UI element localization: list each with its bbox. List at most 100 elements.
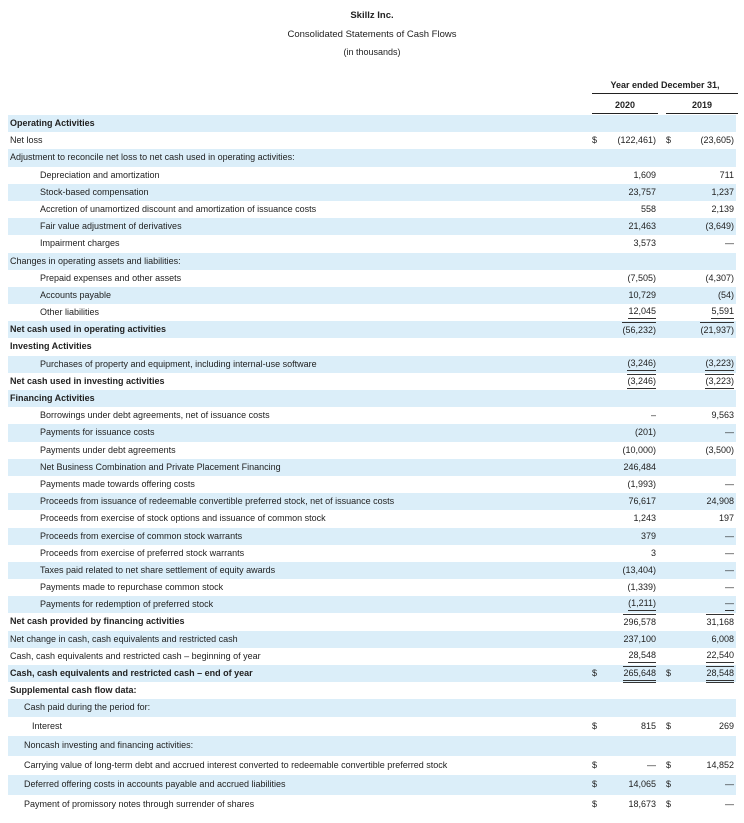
row-label: Adjustment to reconcile net loss to net … xyxy=(10,152,295,163)
row-label: Impairment charges xyxy=(40,238,120,249)
value-2019: (3,649) xyxy=(705,221,734,232)
value-2019: 269 xyxy=(718,720,734,731)
table-row: Payment of promissory notes through surr… xyxy=(8,795,736,815)
year-heading: Year ended December 31, xyxy=(592,80,738,94)
value-2020: — xyxy=(647,759,656,770)
currency-symbol: $ xyxy=(666,720,672,731)
currency-symbol: $ xyxy=(666,668,672,678)
table-row: Carrying value of long-term debt and acc… xyxy=(8,756,736,776)
table-row: Changes in operating assets and liabilit… xyxy=(8,252,736,270)
table-row: Payments for issuance costs (201) — xyxy=(8,424,736,442)
value-2020: 3 xyxy=(650,547,656,558)
row-label: Depreciation and amortization xyxy=(40,169,160,180)
value-2020: – xyxy=(650,410,656,421)
table-row: Net cash provided by financing activitie… xyxy=(8,613,736,630)
value-2019: (54) xyxy=(717,289,734,300)
row-label: Taxes paid related to net share settleme… xyxy=(40,564,276,575)
value-2019: 14,852 xyxy=(706,759,734,770)
row-label: Purchases of property and equipment, inc… xyxy=(40,358,317,369)
value-2019: (3,500) xyxy=(705,444,734,455)
table-row: Payments for redemption of preferred sto… xyxy=(8,596,736,614)
row-label: Cash, cash equivalents and restricted ca… xyxy=(10,668,253,678)
table-row: Proceeds from exercise of common stock w… xyxy=(8,527,736,545)
value-2019: (23,605) xyxy=(700,135,734,146)
cash-flow-table: Operating Activities Net loss $ $ (122,461) (… xyxy=(8,115,736,815)
row-label: Financing Activities xyxy=(10,393,95,403)
table-row: Net loss $ $ (122,461) (23,605) xyxy=(8,132,736,149)
currency-symbol: $ xyxy=(666,798,672,809)
company-name: Skillz Inc. xyxy=(350,10,394,21)
value-2019: — xyxy=(725,478,734,489)
table-row: Net Business Combination and Private Pla… xyxy=(8,458,736,476)
row-label: Payments for redemption of preferred sto… xyxy=(40,599,214,610)
value-2020: (1,211) xyxy=(628,596,656,612)
value-2019: — xyxy=(725,564,734,575)
value-2020: (10,000) xyxy=(622,444,656,455)
value-2019: 711 xyxy=(719,169,734,180)
units-note: (in thousands) xyxy=(343,47,401,57)
table-row: Cash paid during the period for: xyxy=(8,699,736,717)
value-2020: 379 xyxy=(640,530,656,541)
row-label: Payments under debt agreements xyxy=(40,444,176,455)
table-row: Deferred offering costs in accounts paya… xyxy=(8,775,736,795)
value-2020: 296,578 xyxy=(623,614,656,629)
value-2020: 14,065 xyxy=(628,779,656,790)
value-2019: (3,223) xyxy=(705,356,734,371)
currency-symbol: $ xyxy=(592,779,598,790)
value-2020: (122,461) xyxy=(617,135,656,146)
value-2020: 237,100 xyxy=(623,633,656,644)
table-row: Proceeds from exercise of preferred stoc… xyxy=(8,545,736,562)
value-2020: 558 xyxy=(640,203,656,214)
table-row: Cash, cash equivalents and restricted ca… xyxy=(8,648,736,665)
value-2020: 12,045 xyxy=(628,304,656,320)
value-2020: (13,404) xyxy=(622,564,656,575)
row-label: Fair value adjustment of derivatives xyxy=(40,221,182,232)
table-row: Purchases of property and equipment, inc… xyxy=(8,355,736,373)
table-row: Impairment charges 3,573 — xyxy=(8,235,736,252)
value-2020: (1,339) xyxy=(627,582,656,593)
currency-symbol: $ xyxy=(592,798,598,809)
currency-symbol: $ xyxy=(592,668,598,678)
table-row: Prepaid expenses and other assets (7,505)… xyxy=(8,270,736,287)
value-2019: — xyxy=(725,582,734,593)
table-row: Fair value adjustment of derivatives 21,4… xyxy=(8,218,736,236)
value-2020: 815 xyxy=(640,720,656,731)
value-2019: 22,540 xyxy=(706,648,734,663)
value-2019: (3,223) xyxy=(705,373,734,391)
value-2020: 76,617 xyxy=(628,496,656,507)
row-label: Net Business Combination and Private Pla… xyxy=(40,461,281,472)
value-2020: (7,505) xyxy=(627,272,656,283)
currency-symbol: $ xyxy=(592,135,598,146)
value-2020: 265,648 xyxy=(623,666,656,683)
value-2019: 24,908 xyxy=(706,496,734,507)
value-2020: 246,484 xyxy=(623,461,656,472)
value-2019: 5,591 xyxy=(711,304,734,320)
row-label: Supplemental cash flow data: xyxy=(10,685,137,696)
table-row: Financing Activities xyxy=(8,390,736,408)
row-label: Changes in operating assets and liabilit… xyxy=(10,255,181,266)
row-label: Interest xyxy=(32,720,63,731)
row-label: Prepaid expenses and other assets xyxy=(40,272,182,283)
table-row: Depreciation and amortization 1,609 711 xyxy=(8,167,736,184)
row-label: Proceeds from exercise of common stock w… xyxy=(40,530,243,541)
row-label: Cash, cash equivalents and restricted ca… xyxy=(10,650,261,661)
row-label: Payments made to repurchase common stock xyxy=(40,582,224,593)
value-2020: 21,463 xyxy=(628,221,656,232)
table-row: Accounts payable 10,729 (54) xyxy=(8,286,736,305)
currency-symbol: $ xyxy=(592,720,598,731)
column-2020: 2020 xyxy=(592,100,658,114)
row-label: Payment of promissory notes through surr… xyxy=(24,798,255,809)
row-label: Cash paid during the period for: xyxy=(24,702,151,713)
value-2020: (1,993) xyxy=(627,478,656,489)
table-row: Adjustment to reconcile net loss to net … xyxy=(8,149,736,167)
currency-symbol: $ xyxy=(592,759,598,770)
row-label: Net cash used in investing activities xyxy=(10,375,165,386)
value-2020: (3,246) xyxy=(627,356,656,371)
table-row: Payments made towards offering costs (1,9… xyxy=(8,476,736,493)
table-row: Accretion of unamortized discount and am… xyxy=(8,201,736,218)
value-2019: 31,168 xyxy=(706,614,734,629)
row-label: Net cash used in operating activities xyxy=(10,324,167,335)
row-label: Other liabilities xyxy=(40,307,100,318)
value-2019: (4,307) xyxy=(705,272,734,283)
row-label: Stock-based compensation xyxy=(40,186,149,197)
